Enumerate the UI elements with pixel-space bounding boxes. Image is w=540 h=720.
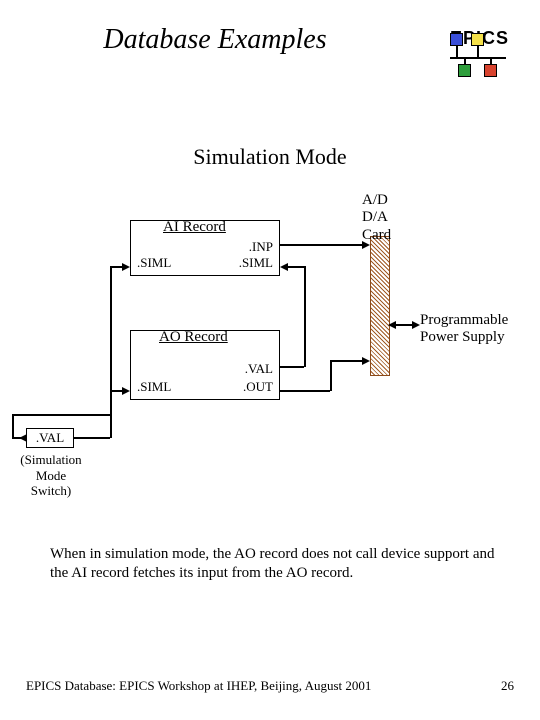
wire-ao-out-v [330,360,332,391]
sim-switch-val-label: .VAL [36,430,64,446]
ai-siml-left-label: .SIML [137,255,171,271]
arrow-card-supply-r [412,321,420,329]
diagram: AI Record .INP .SIML .SIML AO Record .VA… [0,200,540,500]
footer-left: EPICS Database: EPICS Workshop at IHEP, … [26,678,371,694]
wire-val-siml-v [304,266,306,367]
sim-switch-caption: (Simulation Mode Switch) [18,452,84,499]
ao-siml-label: .SIML [137,379,171,395]
ao-record-box: AO Record .VAL .SIML .OUT [130,330,280,400]
arrow-ao-out [362,357,370,365]
power-supply-label: Programmable Power Supply [420,312,508,347]
arrow-ai-inp [362,241,370,249]
ai-siml-right-label: .SIML [239,255,273,271]
arrow-sim-to-ai [122,263,130,271]
wire-ao-out-h2 [330,360,364,362]
ao-record-title: AO Record [159,329,228,346]
wire-val-siml-h2 [286,266,305,268]
ai-inp-label: .INP [249,239,273,255]
ao-out-label: .OUT [243,379,273,395]
ai-record-box: AI Record .INP .SIML .SIML [130,220,280,276]
arrow-sim-to-ao [122,387,130,395]
ao-val-label: .VAL [245,361,273,377]
sim-switch-val-box: .VAL [26,428,74,448]
ai-record-title: AI Record [163,219,226,236]
wire-sim-main-v [110,266,112,438]
body-text: When in simulation mode, the AO record d… [50,545,500,583]
wire-ai-inp [280,244,364,246]
wire-sim-main-h [74,437,110,439]
wire-sim-valbox-stub-h2 [12,414,110,416]
ad-da-card-label: A/D D/A Card [362,192,391,244]
logo-boxes [450,51,510,79]
wire-sim-valbox-stub-h [12,437,26,439]
wire-ao-out-h1 [280,390,330,392]
arrow-card-supply-l [388,321,396,329]
arrow-val-siml [280,263,288,271]
ad-da-card [370,236,390,376]
wire-sim-valbox-stub-v [12,414,14,438]
slide: Database Examples EPICS Simulation Mode … [0,0,540,720]
page-number: 26 [501,678,514,694]
page-title: Database Examples [0,24,430,56]
footer: EPICS Database: EPICS Workshop at IHEP, … [26,678,514,694]
epics-logo: EPICS [450,28,510,79]
wire-val-siml-h1 [280,366,304,368]
subtitle: Simulation Mode [0,144,540,170]
